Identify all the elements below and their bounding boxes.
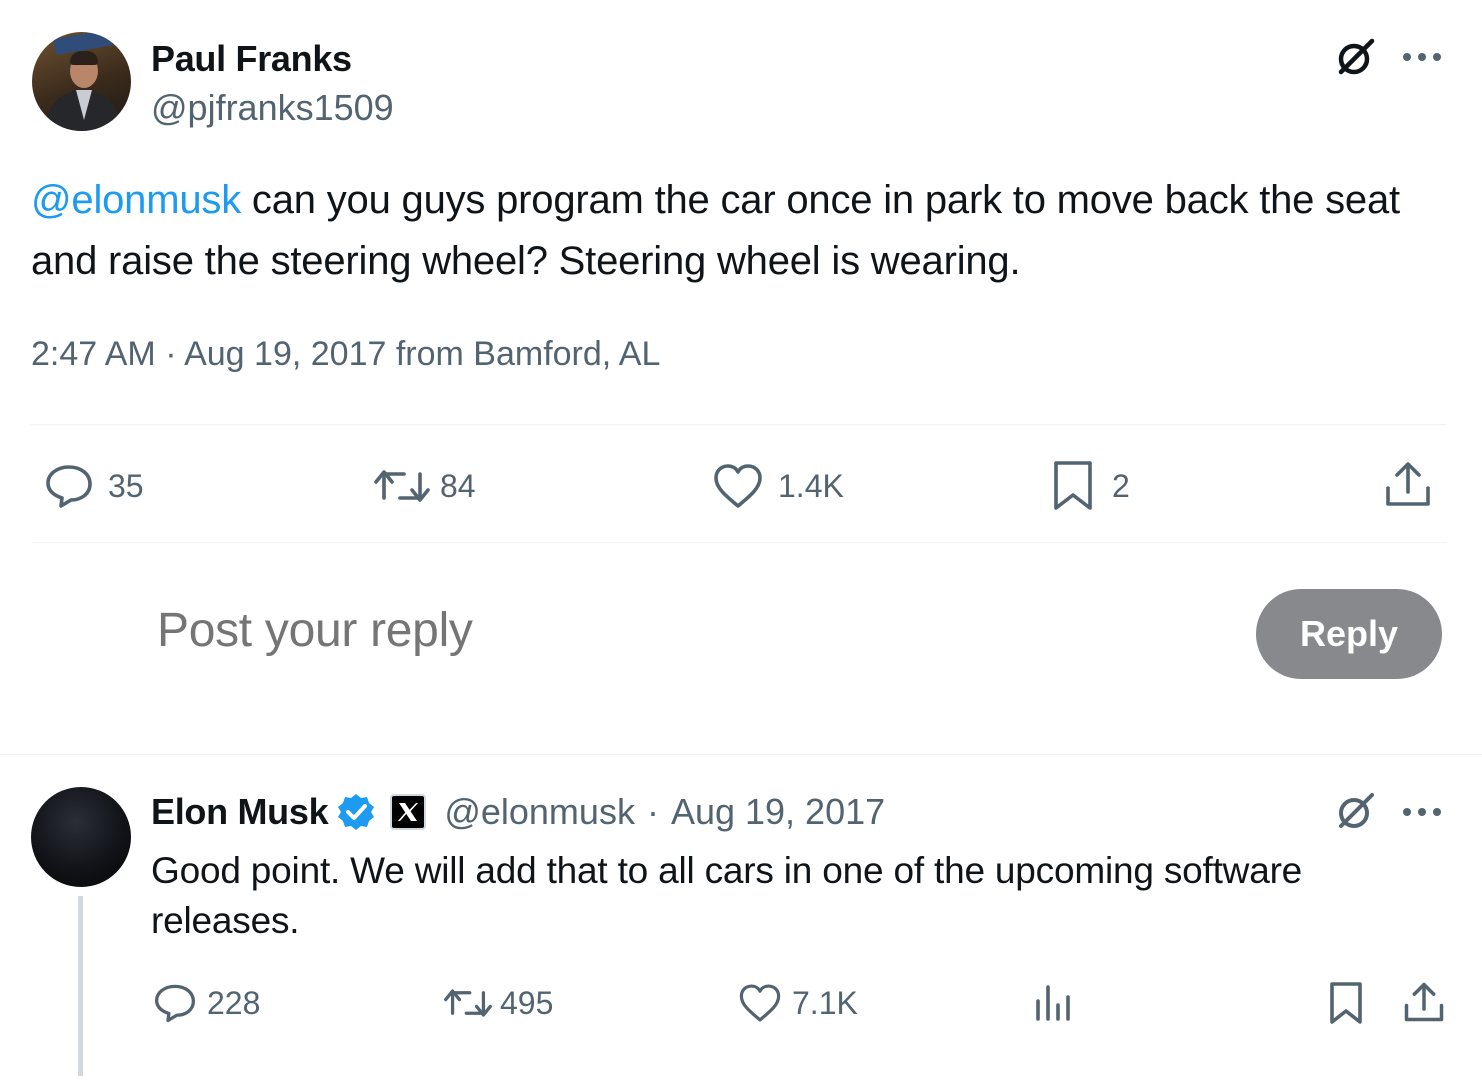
reply-icon: [46, 465, 92, 508]
tweet-text: @elonmusk can you guys program the car o…: [31, 170, 1451, 292]
repost-action[interactable]: 84: [374, 462, 476, 510]
bookmark-icon: [1054, 461, 1092, 510]
reply-text: Good point. We will add that to all cars…: [151, 850, 1303, 941]
divider-top: [31, 424, 1447, 425]
like-count: 1.4K: [778, 467, 844, 504]
avatar-hair: [70, 51, 98, 65]
like-icon: [714, 464, 762, 508]
reply-tweet-repost-count: 495: [500, 984, 554, 1021]
reply-tweet-reply-count: 228: [207, 984, 261, 1021]
verified-badge-icon[interactable]: [336, 792, 376, 832]
reply-input[interactable]: [155, 602, 1059, 659]
tweet-time[interactable]: 2:47 AM: [31, 335, 156, 373]
more-icon[interactable]: [1402, 51, 1442, 63]
bookmark-icon[interactable]: [1328, 981, 1364, 1025]
reply-tweet-repost-action[interactable]: 495: [444, 981, 553, 1025]
author-handle[interactable]: @pjfranks1509: [151, 87, 394, 129]
author-name[interactable]: Paul Franks: [151, 38, 352, 80]
reply-separator: ·: [646, 791, 659, 832]
like-action[interactable]: 1.4K: [712, 462, 844, 510]
more-icon[interactable]: [1402, 806, 1442, 818]
grok-icon[interactable]: [1335, 790, 1377, 832]
divider-composer: [0, 754, 1482, 755]
reply-tweet-reply-action[interactable]: 228: [153, 981, 260, 1025]
bookmark-action[interactable]: 2: [1052, 460, 1130, 512]
repost-icon: [374, 470, 430, 502]
reply-date[interactable]: Aug 19, 2017: [671, 791, 885, 833]
like-icon: [739, 984, 781, 1022]
reply-action[interactable]: 35: [44, 462, 144, 510]
avatar-elon-musk[interactable]: [31, 787, 131, 887]
reply-header: Elon Musk @elonmusk · Aug 19, 2017: [151, 788, 885, 836]
reply-author-name[interactable]: Elon Musk: [151, 791, 329, 833]
tweet-location: from Bamford, AL: [386, 335, 661, 373]
x-logo-icon[interactable]: [390, 794, 427, 830]
repost-count: 84: [440, 467, 476, 504]
reply-button[interactable]: Reply: [1256, 589, 1442, 679]
meta-separator: ·: [155, 335, 185, 373]
reply-icon: [154, 984, 196, 1023]
mention-link[interactable]: @elonmusk: [31, 178, 241, 222]
thread-line: [78, 896, 83, 1076]
bookmark-count: 2: [1112, 467, 1130, 504]
avatar-paul-franks[interactable]: [32, 32, 131, 131]
reply-tweet-like-action[interactable]: 7.1K: [738, 981, 858, 1025]
tweet-meta: 2:47 AM · Aug 19, 2017 from Bamford, AL: [31, 335, 660, 374]
reply-count: 35: [108, 467, 144, 504]
repost-icon: [444, 989, 492, 1017]
x-logo-glyph: [398, 803, 419, 821]
tweet-date[interactable]: Aug 19, 2017: [184, 335, 386, 373]
share-icon[interactable]: [1403, 981, 1445, 1023]
reply-author-handle[interactable]: @elonmusk: [444, 791, 635, 833]
divider-actions: [31, 542, 1447, 543]
views-icon[interactable]: [1034, 983, 1072, 1021]
share-icon[interactable]: [1384, 460, 1432, 508]
grok-icon[interactable]: [1335, 36, 1377, 78]
reply-tweet-like-count: 7.1K: [792, 984, 858, 1021]
